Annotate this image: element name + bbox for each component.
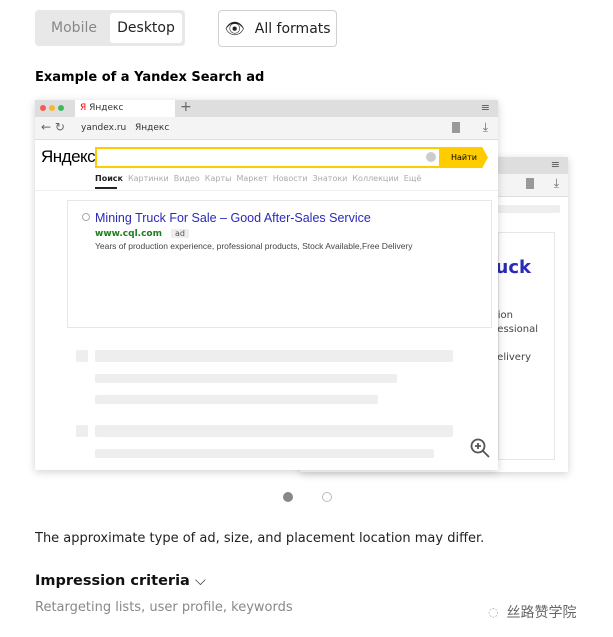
menu-icon: ≡ (480, 101, 490, 114)
disclaimer-text: The approximate type of ad, size, and pl… (35, 531, 485, 546)
section-heading: Example of a Yandex Search ad (35, 70, 265, 85)
all-formats-button[interactable]: 👁 All formats (218, 10, 337, 47)
criteria-title: Impression criteria (35, 573, 190, 589)
search-nav-item[interactable]: Картинки (128, 174, 169, 183)
new-tab-icon: + (180, 100, 192, 115)
criteria-subtitle: Retargeting lists, user profile, keyword… (35, 600, 293, 615)
device-toggle: Mobile Desktop (35, 10, 185, 46)
wechat-icon: ◌ (488, 605, 499, 619)
ad-badge: ad (171, 229, 189, 238)
desktop-tab[interactable]: Desktop (110, 13, 182, 43)
ad-card: Mining Truck For Sale – Good After-Sales… (67, 200, 492, 328)
search-button[interactable]: Найти (440, 147, 488, 168)
browser-tab: Я Яндекс (75, 100, 175, 117)
ad-url[interactable]: www.cql.com (95, 229, 162, 239)
page-title-text: Яндекс (135, 123, 170, 133)
eye-icon: 👁 (224, 19, 245, 38)
menu-icon: ≡ (550, 158, 560, 171)
carousel-dot-2[interactable] (322, 492, 332, 502)
mobile-tab[interactable]: Mobile (38, 13, 110, 43)
search-nav-item[interactable]: Новости (273, 174, 308, 183)
search-nav-item[interactable]: Коллекции (352, 174, 398, 183)
url-text: yandex.ru (81, 123, 127, 133)
bookmark-icon (526, 178, 534, 189)
search-nav-item[interactable]: Видео (174, 174, 200, 183)
download-icon: ⤓ (482, 120, 488, 134)
search-nav-item[interactable]: Маркет (236, 174, 267, 183)
all-formats-label: All formats (254, 20, 331, 37)
search-button-label: Найти (451, 153, 477, 162)
carousel-dot-1[interactable] (283, 492, 293, 502)
yandex-logo: Яндекс (41, 147, 96, 166)
chevron-down-icon: ⌵ (194, 573, 206, 589)
ad-description: Years of production experience, professi… (95, 241, 413, 251)
globe-icon (82, 213, 90, 221)
window-controls (40, 105, 64, 111)
search-nav-item[interactable]: Поиск (95, 174, 123, 183)
download-icon: ⤓ (553, 176, 559, 190)
ad-title[interactable]: Mining Truck For Sale – Good After-Sales… (95, 211, 371, 225)
clear-icon (426, 152, 436, 162)
tab-title: Яндекс (89, 103, 124, 113)
back-refresh-icons: ← ↻ (41, 120, 65, 134)
search-input[interactable] (95, 147, 441, 168)
search-nav: Поиск Картинки Видео Карты Маркет Новости Знат… (95, 174, 421, 183)
search-nav-item[interactable]: Ещё (404, 174, 422, 183)
impression-criteria-toggle[interactable]: Impression criteria ⌵ (35, 573, 206, 589)
zoom-in-icon[interactable] (469, 437, 491, 463)
search-nav-item[interactable]: Карты (205, 174, 232, 183)
watermark: ◌ 丝路赞学院 (488, 602, 576, 622)
watermark-text: 丝路赞学院 (506, 605, 577, 621)
preview-browser-window: Я Яндекс + ≡ ← ↻ yandex.ru Яндекс ⤓ Янде… (35, 100, 498, 470)
bookmark-icon (452, 122, 460, 133)
carousel-dots (283, 492, 332, 502)
search-nav-item[interactable]: Знатоки (313, 174, 348, 183)
